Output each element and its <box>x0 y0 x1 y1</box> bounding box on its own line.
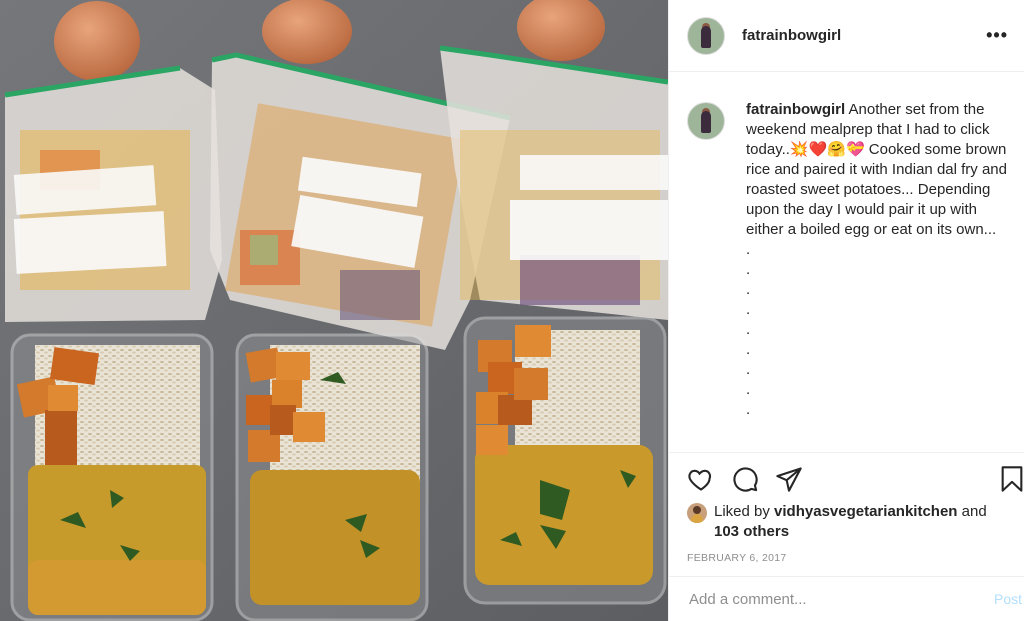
caption-text: fatrainbowgirl Another set from the week… <box>746 100 1017 420</box>
comment-input[interactable] <box>687 589 981 609</box>
caption-dots: . . . . . . . . . <box>746 240 1017 420</box>
caption-dot: . <box>746 381 751 398</box>
post-comment-button[interactable]: Post <box>994 591 1022 607</box>
caption-dot: . <box>746 281 751 298</box>
more-options-icon[interactable]: ••• <box>986 25 1008 46</box>
liked-by-user[interactable]: vidhyasvegetariankitchen <box>774 503 957 520</box>
comment-icon[interactable] <box>731 465 761 495</box>
caption-dot: . <box>746 321 751 338</box>
caption-dot: . <box>746 401 751 418</box>
instagram-post-window: fatrainbowgirl ••• fatrainbowgirl Anothe… <box>0 0 1024 621</box>
author-avatar[interactable] <box>687 16 725 55</box>
caption-dot: . <box>746 241 751 258</box>
caption-dot: . <box>746 301 751 318</box>
caption-author-avatar[interactable] <box>687 102 725 140</box>
liked-by-prefix: Liked by <box>714 503 770 520</box>
likes-text: Liked by vidhyasvegetariankitchen and 10… <box>714 502 987 542</box>
meal-prep-image <box>0 0 668 621</box>
heart-icon[interactable] <box>687 465 717 495</box>
liked-by-and: and <box>961 503 987 520</box>
caption-dot: . <box>746 261 751 278</box>
liked-by-others[interactable]: 103 others <box>714 523 789 540</box>
author-username[interactable]: fatrainbowgirl <box>742 27 986 44</box>
caption-dot: . <box>746 341 751 358</box>
liker-avatar[interactable] <box>687 503 707 523</box>
comment-bar: Post <box>669 576 1024 621</box>
post-photo[interactable] <box>0 0 668 621</box>
share-icon[interactable] <box>775 465 805 495</box>
post-header: fatrainbowgirl ••• <box>669 0 1024 72</box>
likes-summary: Liked by vidhyasvegetariankitchen and 10… <box>687 502 1017 542</box>
post-actions-bar <box>669 452 1024 498</box>
bookmark-icon[interactable] <box>999 465 1024 495</box>
post-side-panel: fatrainbowgirl ••• fatrainbowgirl Anothe… <box>668 0 1024 621</box>
post-date[interactable]: February 6, 2017 <box>687 552 787 564</box>
caption-body: Another set from the weekend mealprep th… <box>746 101 1007 238</box>
caption-username[interactable]: fatrainbowgirl <box>746 101 845 118</box>
caption-dot: . <box>746 361 751 378</box>
post-caption: fatrainbowgirl Another set from the week… <box>687 100 1017 420</box>
